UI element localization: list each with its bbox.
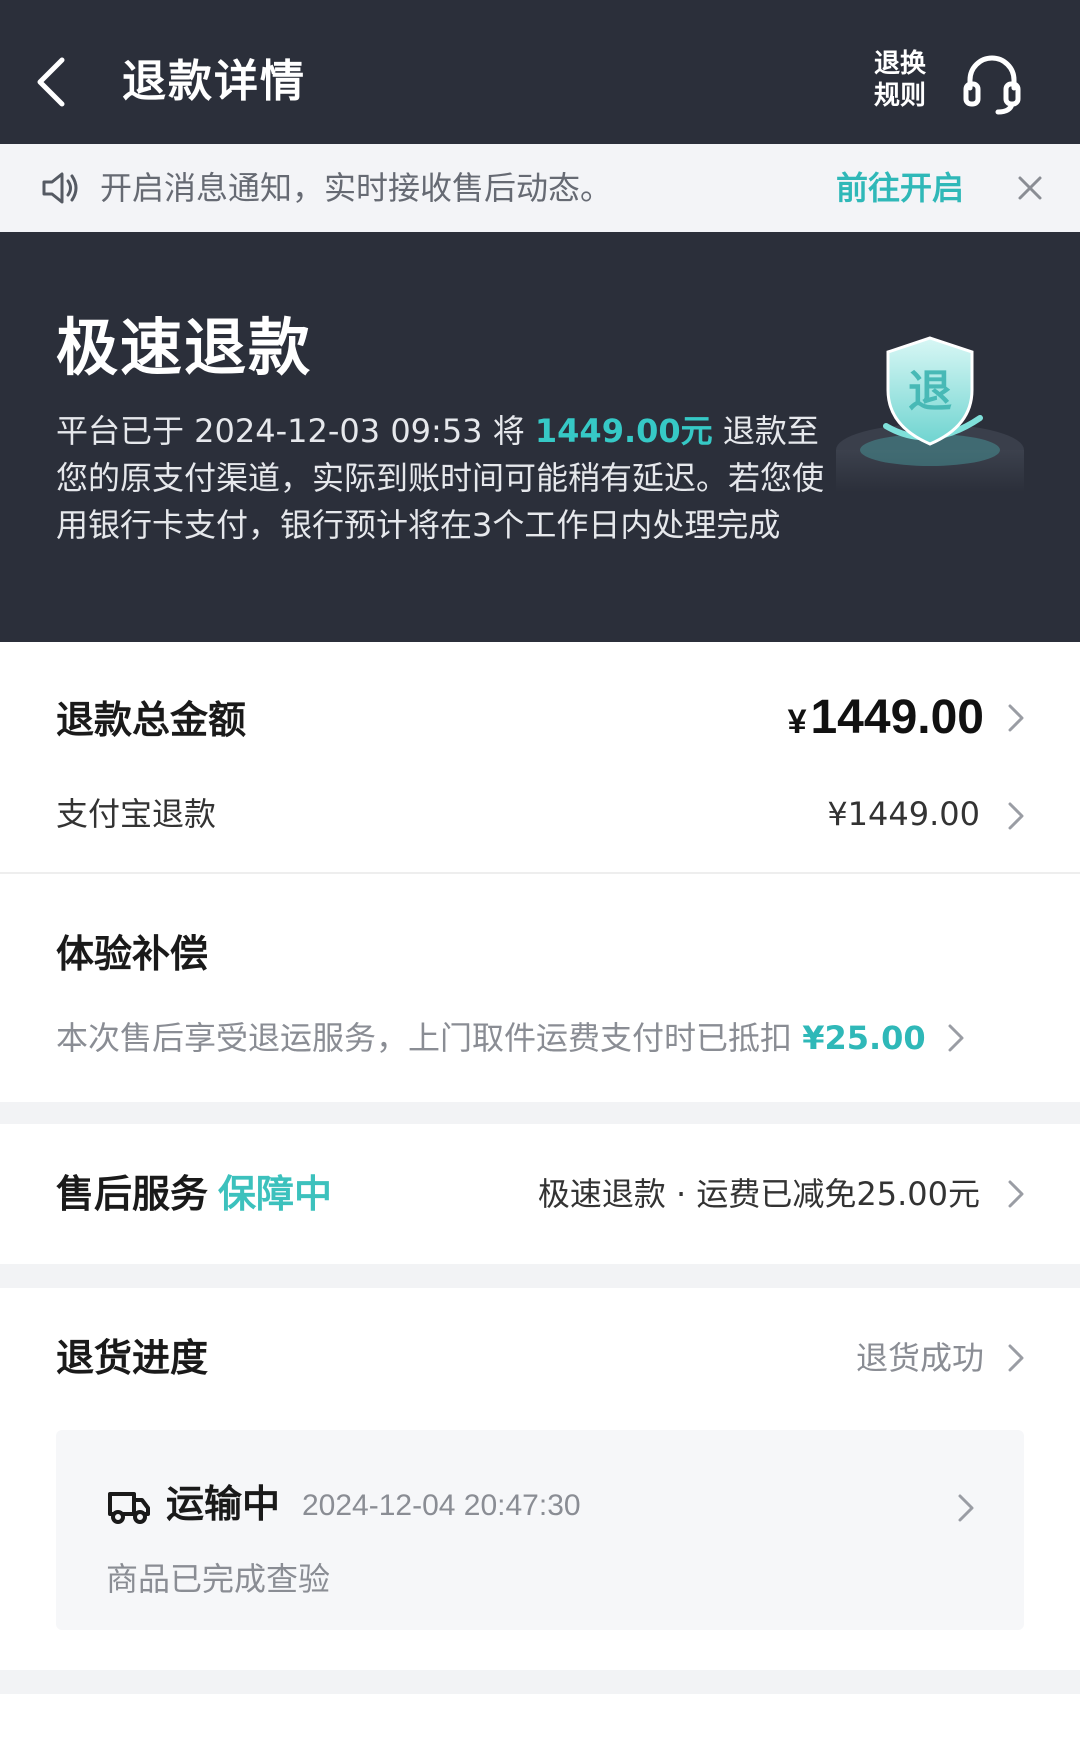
chevron-right-icon <box>958 1494 974 1522</box>
service-status: 保障中 <box>218 1172 333 1216</box>
rules-label-line2: 规则 <box>873 81 926 111</box>
chevron-right-icon <box>948 1024 964 1052</box>
chevron-right-icon <box>1008 1344 1024 1372</box>
rules-label-line1: 退换 <box>873 49 926 79</box>
alipay-refund-label: 支付宝退款 <box>56 795 217 833</box>
chevron-right-icon <box>1008 1180 1024 1208</box>
service-title-text: 售后服务 <box>56 1172 209 1216</box>
total-amount-value: 1449.00 <box>810 691 984 744</box>
hero-description: 平台已于 2024-12-03 09:53 将 1449.00元 退款至您的原支… <box>56 408 826 549</box>
return-progress-section: 退货进度 退货成功 运输中 2024-12-04 20:47:30 商品已完成查… <box>0 1288 1080 1670</box>
service-title: 售后服务 保障中 <box>56 1166 332 1222</box>
compensation-text: 本次售后享受退运服务，上门取件运费支付时已抵扣 <box>56 1019 803 1057</box>
speaker-icon <box>42 172 78 204</box>
notification-text: 开启消息通知，实时接收售后动态。 <box>100 169 613 207</box>
refund-shield-icon: 退 <box>836 336 1024 492</box>
shipping-state: 运输中 <box>166 1482 281 1526</box>
hero-desc-prefix: 平台已于 2024-12-03 09:53 将 <box>56 412 535 450</box>
alipay-refund-amount: ¥1449.00 <box>827 795 980 833</box>
compensation-amount: ¥25.00 <box>802 1019 926 1057</box>
return-rules-link[interactable]: 退换 规则 <box>868 48 932 112</box>
chevron-right-icon <box>1008 704 1024 732</box>
progress-title: 退货进度 <box>56 1336 209 1380</box>
total-refund-amount: ¥1449.00 <box>788 688 984 759</box>
service-detail: 极速退款 · 运费已减免25.00元 <box>537 1175 980 1213</box>
logistics-card[interactable]: 运输中 2024-12-04 20:47:30 商品已完成查验 <box>56 1430 1024 1630</box>
chevron-right-icon <box>1008 802 1024 830</box>
total-refund-label: 退款总金额 <box>56 698 247 742</box>
hero-title: 极速退款 <box>56 311 313 384</box>
close-icon[interactable] <box>1016 174 1044 202</box>
refund-hero: 极速退款 平台已于 2024-12-03 09:53 将 1449.00元 退款… <box>0 232 1080 642</box>
compensation-section[interactable]: 体验补偿 本次售后享受退运服务，上门取件运费支付时已抵扣 ¥25.00 <box>0 874 1080 1102</box>
enable-notification-link[interactable]: 前往开启 <box>836 144 964 232</box>
chevron-left-icon[interactable] <box>30 52 74 112</box>
truck-icon <box>108 1492 150 1524</box>
page-title: 退款详情 <box>122 56 306 107</box>
compensation-title: 体验补偿 <box>56 932 209 976</box>
shield-badge-char: 退 <box>908 366 952 417</box>
app-header: 退款详情 退换 规则 <box>0 0 1080 144</box>
next-section-edge <box>0 1694 1080 1742</box>
headset-icon[interactable] <box>962 52 1022 116</box>
shipping-note: 商品已完成查验 <box>106 1560 331 1598</box>
after-sales-service-section[interactable]: 售后服务 保障中 极速退款 · 运费已减免25.00元 <box>0 1124 1080 1264</box>
hero-refund-amount: 1449.00元 <box>534 412 713 450</box>
shipping-timestamp: 2024-12-04 20:47:30 <box>302 1489 581 1522</box>
progress-status[interactable]: 退货成功 <box>856 1332 984 1384</box>
compensation-description: 本次售后享受退运服务，上门取件运费支付时已抵扣 ¥25.00 <box>56 1012 926 1064</box>
refund-amount-section[interactable]: 退款总金额 ¥1449.00 支付宝退款 ¥1449.00 <box>0 642 1080 874</box>
currency-symbol: ¥ <box>787 703 807 741</box>
notification-bar: 开启消息通知，实时接收售后动态。 前往开启 <box>0 144 1080 232</box>
